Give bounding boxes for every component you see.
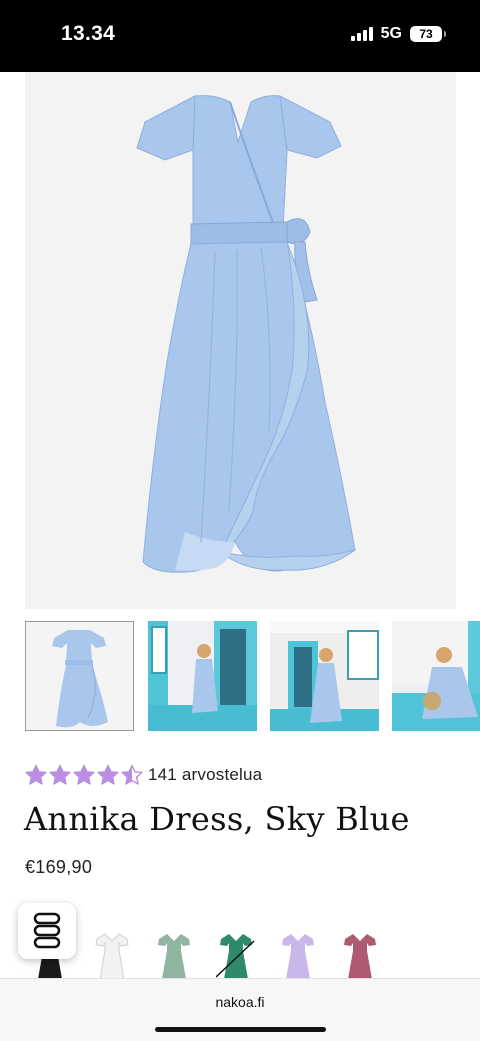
star-icon (121, 764, 143, 785)
thumbnail-front-view[interactable] (25, 621, 134, 731)
star-icon (73, 764, 95, 785)
status-time: 13.34 (61, 22, 116, 45)
swatch-sage[interactable] (154, 929, 194, 979)
signal-icon (350, 27, 373, 41)
swatch-white[interactable] (92, 929, 132, 979)
rating-stars (25, 764, 143, 786)
color-swatches (30, 929, 480, 979)
dress-illustration (136, 95, 356, 573)
browser-address-bar[interactable]: nakoa.fi (0, 978, 480, 1041)
star-icon (97, 764, 119, 785)
floating-widget-button[interactable] (18, 903, 76, 959)
url-text[interactable]: nakoa.fi (0, 994, 480, 1010)
product-main-image[interactable] (25, 72, 456, 609)
swatch-lilac[interactable] (278, 929, 318, 979)
battery-icon: 73 (410, 26, 446, 42)
thumbnail-model-doorway[interactable] (148, 621, 257, 731)
thumbnail-model-sitting[interactable] (392, 621, 480, 731)
product-rating[interactable]: 141 arvostelua (25, 764, 262, 786)
product-title: Annika Dress, Sky Blue (24, 800, 410, 838)
review-count[interactable]: 141 arvostelua (148, 765, 262, 785)
status-indicators: 5G 73 (350, 25, 446, 43)
thumbnail-model-wall[interactable] (270, 621, 379, 731)
home-indicator (155, 1027, 326, 1032)
swatch-green[interactable] (215, 929, 256, 979)
star-icon (49, 764, 71, 785)
status-bar: 13.34 5G 73 (0, 0, 480, 72)
star-icon (25, 764, 47, 785)
stacked-pills-icon (33, 912, 61, 949)
swatch-rose[interactable] (340, 929, 380, 979)
thumbnail-strip (25, 621, 480, 731)
product-price: €169,90 (25, 857, 93, 877)
network-type: 5G (380, 25, 402, 42)
